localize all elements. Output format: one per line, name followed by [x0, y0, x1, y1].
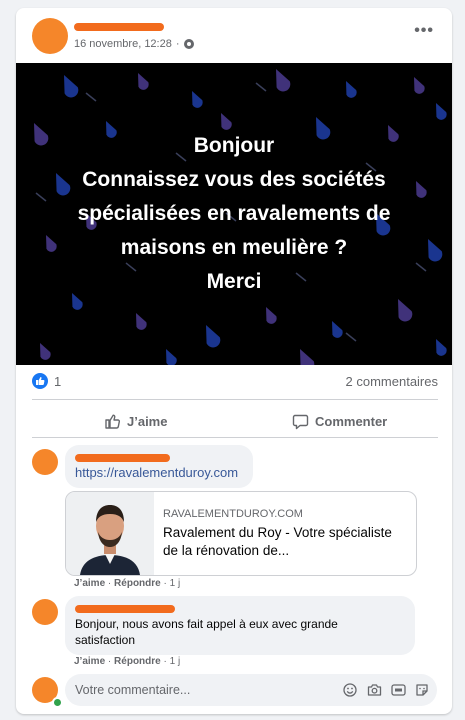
post-header: 16 novembre, 12:28 · ••• — [16, 8, 452, 63]
comment-age[interactable]: 1 j — [170, 656, 181, 667]
post-image[interactable]: Bonjour Connaissez vous des sociétés spé… — [16, 63, 452, 365]
divider — [32, 399, 438, 400]
comment-button[interactable]: Commenter — [292, 406, 387, 436]
image-text-line: Connaissez vous des sociétés — [82, 168, 386, 191]
redacted-commenter-name[interactable] — [75, 454, 170, 462]
post-image-text: Bonjour Connaissez vous des sociétés spé… — [16, 63, 452, 365]
like-count[interactable]: 1 — [54, 374, 61, 389]
link-preview-thumbnail — [66, 492, 154, 575]
gif-icon[interactable] — [390, 682, 406, 698]
comment-button-label: Commenter — [315, 413, 388, 429]
separator: · — [175, 38, 180, 50]
redacted-commenter-name[interactable] — [75, 605, 175, 613]
comment-bubble: https://ravalementduroy.com — [65, 445, 253, 488]
commenter-avatar[interactable] — [32, 449, 58, 475]
commenter-avatar[interactable] — [32, 599, 58, 625]
comment-actions: J’aime · Répondre · 1 j — [74, 578, 181, 589]
emoji-icon[interactable] — [342, 682, 358, 698]
comment-reply-action[interactable]: Répondre — [114, 656, 161, 667]
online-status-icon — [52, 697, 63, 708]
link-preview-card[interactable]: RAVALEMENTDUROY.COM Ravalement du Roy - … — [65, 491, 417, 576]
comment-link[interactable]: https://ravalementduroy.com — [75, 465, 238, 480]
redacted-author-name[interactable] — [74, 23, 164, 31]
comment-text: Bonjour, nous avons fait appel à eux ave… — [75, 617, 338, 647]
image-text-line: Bonjour — [193, 134, 275, 157]
like-reaction-icon[interactable] — [32, 373, 48, 389]
image-text-line: maisons en meulière ? — [120, 236, 348, 259]
comment-like-action[interactable]: J’aime — [74, 656, 105, 667]
comment-composer — [16, 674, 452, 710]
image-text-line: Merci — [206, 270, 262, 293]
comment-bubble: Bonjour, nous avons fait appel à eux ave… — [65, 596, 415, 655]
comments-count[interactable]: 2 commentaires — [346, 374, 438, 389]
post-card: 16 novembre, 12:28 · ••• Bonjour Connais… — [16, 8, 452, 714]
comment-reply-action[interactable]: Répondre — [114, 578, 161, 589]
post-timestamp[interactable]: 16 novembre, 12:28 — [74, 38, 172, 50]
globe-icon — [183, 39, 194, 49]
like-button[interactable]: J’aime — [104, 406, 167, 436]
post-actions: J’aime Commenter — [16, 406, 452, 436]
speech-bubble-icon — [292, 414, 309, 429]
more-options-button[interactable]: ••• — [414, 22, 434, 40]
image-text-line: spécialisées en ravalements de — [77, 202, 391, 225]
author-avatar[interactable] — [32, 18, 68, 54]
thumbs-up-icon — [105, 414, 121, 429]
reactions-bar: 1 2 commentaires — [16, 370, 452, 396]
post-meta: 16 novembre, 12:28 · — [74, 38, 194, 50]
comment-actions: J’aime · Répondre · 1 j — [74, 656, 181, 667]
comment-like-action[interactable]: J’aime — [74, 578, 105, 589]
composer-icons — [342, 682, 430, 698]
person-photo — [66, 492, 154, 575]
comment-age[interactable]: 1 j — [170, 578, 181, 589]
sticker-icon[interactable] — [414, 682, 430, 698]
link-preview-domain: RAVALEMENTDUROY.COM — [163, 508, 303, 520]
divider — [32, 437, 438, 438]
link-preview-title: Ravalement du Roy - Votre spécialiste de… — [163, 525, 392, 558]
camera-icon[interactable] — [366, 682, 382, 698]
like-button-label: J’aime — [127, 413, 168, 429]
